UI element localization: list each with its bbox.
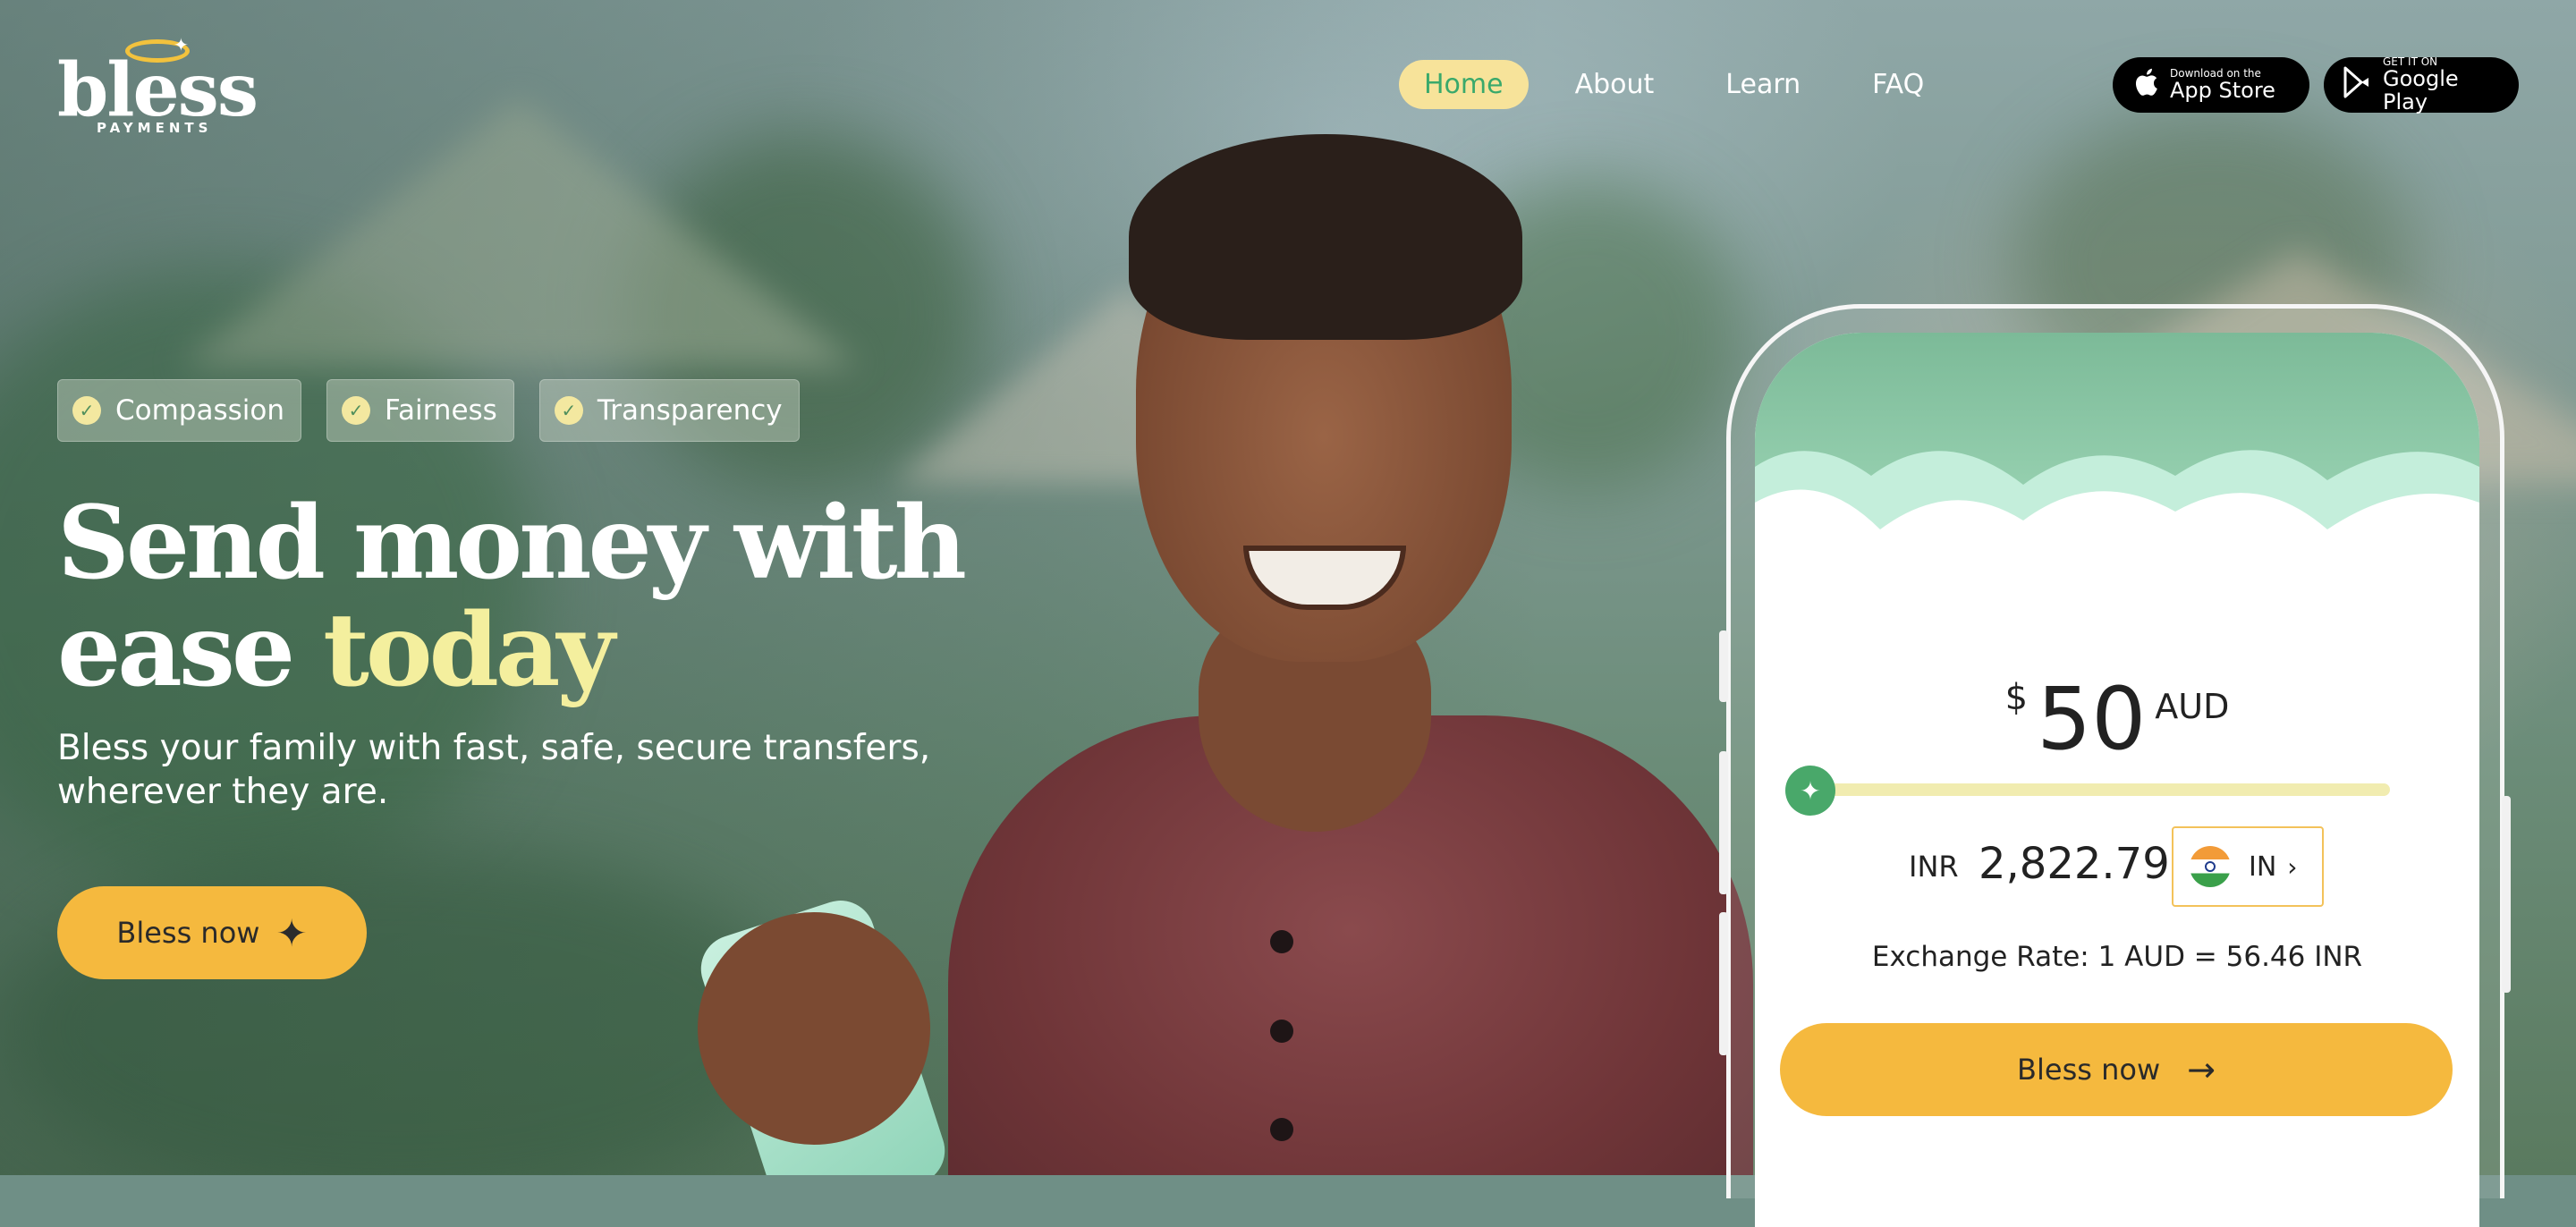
headline-line-2: ease xyxy=(57,592,295,709)
transfer-calculator: $50 AUD ✦ INR 2,822.79 IN › Exchange Rate… xyxy=(1755,333,2479,1227)
tag-transparency: ✓ Transparency xyxy=(538,379,800,442)
google-play-small-text: GET IT ON xyxy=(2383,55,2438,68)
nav-faq[interactable]: FAQ xyxy=(1847,60,1949,109)
app-store-label: App Store xyxy=(2170,77,2275,103)
main-nav: Home About Learn FAQ xyxy=(1399,55,1949,113)
logo-wordmark: bless xyxy=(57,47,258,133)
bless-now-calculator-button[interactable]: Bless now → xyxy=(1780,1023,2453,1116)
tag-label: Transparency xyxy=(597,394,783,427)
exchange-rate: Exchange Rate: 1 AUD = 56.46 INR xyxy=(1871,941,2363,973)
hero-subtitle: Bless your family with fast, safe, secur… xyxy=(57,728,931,812)
amount-slider-track[interactable] xyxy=(1816,783,2390,796)
country-selector[interactable]: IN › xyxy=(2172,826,2324,907)
amount-currency: AUD xyxy=(2155,687,2230,726)
check-icon: ✓ xyxy=(72,396,101,425)
apple-icon xyxy=(2132,66,2159,105)
bless-now-hero-button[interactable]: Bless now ✦ xyxy=(57,886,367,979)
phone-side-button xyxy=(1719,751,1728,894)
check-icon: ✓ xyxy=(554,396,583,425)
currency-symbol: $ xyxy=(2004,677,2029,718)
tag-label: Fairness xyxy=(385,394,497,427)
google-play-label: Google Play xyxy=(2383,65,2459,114)
amount-value: 50 xyxy=(2037,669,2147,769)
tag-fairness: ✓ Fairness xyxy=(326,379,514,442)
phone-side-button xyxy=(1719,912,1728,1055)
receive-amount: 2,822.79 xyxy=(1979,839,2170,889)
india-flag-icon xyxy=(2190,846,2231,887)
arrow-right-icon: → xyxy=(2187,1050,2216,1089)
nav-home[interactable]: Home xyxy=(1399,59,1529,109)
receive-row: INR 2,822.79 IN › xyxy=(1755,826,2479,909)
nav-about[interactable]: About xyxy=(1550,60,1680,109)
cta-label: Bless now xyxy=(2017,1053,2161,1087)
nav-learn[interactable]: Learn xyxy=(1700,60,1826,109)
headline-line-1: Send money with xyxy=(57,485,967,602)
receive-currency: INR xyxy=(1909,850,1959,884)
send-amount[interactable]: $50 AUD xyxy=(1755,669,2479,769)
country-code: IN xyxy=(2249,850,2277,883)
phone-side-button xyxy=(2502,796,2511,993)
tag-compassion: ✓ Compassion xyxy=(57,379,302,442)
sparkle-icon: ✦ xyxy=(275,910,308,955)
hero-headline: Send money with ease today xyxy=(57,490,1041,705)
tag-label: Compassion xyxy=(115,394,285,427)
chevron-right-icon: › xyxy=(2287,851,2298,882)
headline-highlight: today xyxy=(323,592,614,709)
bless-logo[interactable]: ✦ bless PAYMENTS xyxy=(57,34,258,141)
value-tags: ✓ Compassion ✓ Fairness ✓ Transparency xyxy=(57,379,800,442)
check-icon: ✓ xyxy=(342,396,371,425)
cloud-wave-decoration xyxy=(1755,450,2479,619)
sparkle-icon: ✦ xyxy=(1800,775,1821,806)
amount-slider-handle[interactable]: ✦ xyxy=(1785,766,1835,816)
phone-side-button xyxy=(1719,630,1728,702)
app-store-small-text: Download on the xyxy=(2170,66,2261,80)
logo-subtitle: PAYMENTS xyxy=(97,120,213,136)
app-store-button[interactable]: Download on the App Store xyxy=(2113,57,2309,113)
google-play-button[interactable]: GET IT ON Google Play xyxy=(2324,55,2519,114)
google-play-icon xyxy=(2343,66,2372,105)
cta-label: Bless now xyxy=(116,916,260,950)
